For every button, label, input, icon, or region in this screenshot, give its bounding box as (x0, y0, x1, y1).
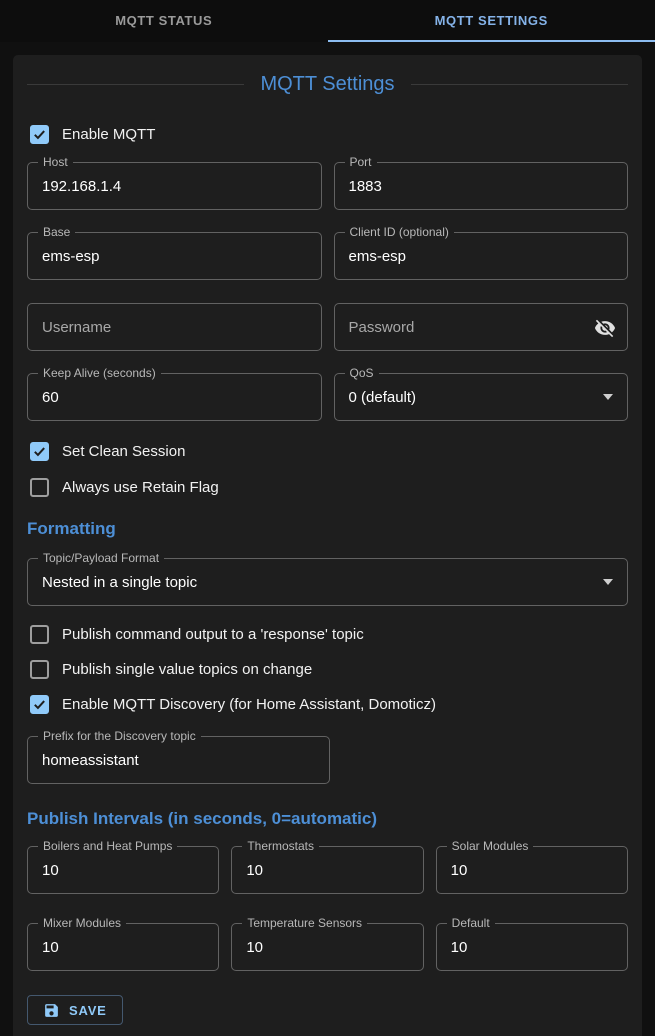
publish-intervals-heading: Publish Intervals (in seconds, 0=automat… (27, 808, 628, 830)
save-button-label: SAVE (69, 1003, 107, 1018)
host-label: Host (38, 155, 73, 169)
credentials-row (27, 303, 628, 351)
base-clientid-row: Base Client ID (optional) (27, 232, 628, 280)
retain-flag-row: Always use Retain Flag (27, 475, 628, 499)
tab-mqtt-settings[interactable]: MQTT SETTINGS (328, 0, 655, 42)
interval-temperature-label: Temperature Sensors (242, 916, 367, 930)
retain-flag-checkbox[interactable] (30, 478, 49, 497)
discovery-label: Enable MQTT Discovery (for Home Assistan… (62, 696, 436, 713)
tab-bar: MQTT STATUS MQTT SETTINGS (0, 0, 655, 42)
single-value-label: Publish single value topics on change (62, 661, 312, 678)
password-field (334, 303, 629, 351)
single-value-checkbox[interactable] (30, 660, 49, 679)
host-port-row: Host Port (27, 162, 628, 210)
response-topic-row: Publish command output to a 'response' t… (27, 622, 628, 646)
title-divider-left (27, 84, 244, 85)
title-divider-right (411, 84, 628, 85)
interval-thermostats-field: Thermostats (231, 846, 423, 894)
retain-flag-label: Always use Retain Flag (62, 479, 219, 496)
check-icon (32, 444, 47, 459)
base-field: Base (27, 232, 322, 280)
interval-boilers-field: Boilers and Heat Pumps (27, 846, 219, 894)
qos-label: QoS (345, 366, 379, 380)
interval-solar-field: Solar Modules (436, 846, 628, 894)
topic-format-select[interactable]: Topic/Payload Format Nested in a single … (27, 558, 628, 606)
interval-boilers-label: Boilers and Heat Pumps (38, 839, 177, 853)
interval-thermostats-input[interactable] (232, 847, 422, 893)
page-title: MQTT Settings (260, 73, 394, 96)
single-value-row: Publish single value topics on change (27, 657, 628, 681)
keep-alive-label: Keep Alive (seconds) (38, 366, 161, 380)
keep-alive-input[interactable] (28, 374, 321, 420)
interval-default-label: Default (447, 916, 495, 930)
interval-temperature-field: Temperature Sensors (231, 923, 423, 971)
discovery-prefix-label: Prefix for the Discovery topic (38, 729, 201, 743)
interval-mixer-label: Mixer Modules (38, 916, 126, 930)
topic-format-label: Topic/Payload Format (38, 551, 164, 565)
discovery-prefix-field: Prefix for the Discovery topic (27, 736, 330, 784)
port-input[interactable] (335, 163, 628, 209)
interval-solar-input[interactable] (437, 847, 627, 893)
formatting-heading: Formatting (27, 518, 628, 540)
username-input[interactable] (28, 304, 321, 350)
dropdown-arrow-icon (603, 394, 613, 400)
intervals-row-1: Boilers and Heat Pumps Thermostats Solar… (27, 846, 628, 894)
username-field (27, 303, 322, 351)
intervals-row-2: Mixer Modules Temperature Sensors Defaul… (27, 923, 628, 971)
keepalive-qos-row: Keep Alive (seconds) QoS 0 (default) (27, 373, 628, 421)
title-row: MQTT Settings (27, 72, 628, 96)
interval-boilers-input[interactable] (28, 847, 218, 893)
client-id-input[interactable] (335, 233, 628, 279)
save-button[interactable]: SAVE (27, 995, 123, 1025)
tab-mqtt-status[interactable]: MQTT STATUS (0, 0, 328, 42)
interval-default-input[interactable] (437, 924, 627, 970)
response-topic-checkbox[interactable] (30, 625, 49, 644)
client-id-field: Client ID (optional) (334, 232, 629, 280)
keep-alive-field: Keep Alive (seconds) (27, 373, 322, 421)
interval-mixer-input[interactable] (28, 924, 218, 970)
dropdown-arrow-icon (603, 579, 613, 585)
settings-card: MQTT Settings Enable MQTT Host Port Base… (13, 55, 642, 1036)
discovery-checkbox[interactable] (30, 695, 49, 714)
interval-solar-label: Solar Modules (447, 839, 534, 853)
interval-mixer-field: Mixer Modules (27, 923, 219, 971)
interval-temperature-input[interactable] (232, 924, 422, 970)
check-icon (32, 697, 47, 712)
enable-mqtt-row: Enable MQTT (27, 122, 628, 146)
visibility-off-icon (594, 317, 616, 339)
check-icon (32, 127, 47, 142)
discovery-row: Enable MQTT Discovery (for Home Assistan… (27, 692, 628, 716)
qos-value: 0 (default) (335, 389, 604, 406)
base-label: Base (38, 225, 75, 239)
port-label: Port (345, 155, 377, 169)
response-topic-label: Publish command output to a 'response' t… (62, 626, 364, 643)
enable-mqtt-checkbox[interactable] (30, 125, 49, 144)
host-input[interactable] (28, 163, 321, 209)
base-input[interactable] (28, 233, 321, 279)
enable-mqtt-label: Enable MQTT (62, 126, 155, 143)
password-input[interactable] (335, 304, 628, 350)
save-icon (43, 1002, 60, 1019)
qos-select[interactable]: QoS 0 (default) (334, 373, 629, 421)
client-id-label: Client ID (optional) (345, 225, 454, 239)
interval-default-field: Default (436, 923, 628, 971)
host-field: Host (27, 162, 322, 210)
clean-session-row: Set Clean Session (27, 439, 628, 463)
clean-session-checkbox[interactable] (30, 442, 49, 461)
toggle-password-visibility-button[interactable] (593, 316, 617, 340)
interval-thermostats-label: Thermostats (242, 839, 319, 853)
discovery-prefix-input[interactable] (28, 737, 329, 783)
topic-format-value: Nested in a single topic (28, 574, 603, 591)
port-field: Port (334, 162, 629, 210)
clean-session-label: Set Clean Session (62, 443, 185, 460)
